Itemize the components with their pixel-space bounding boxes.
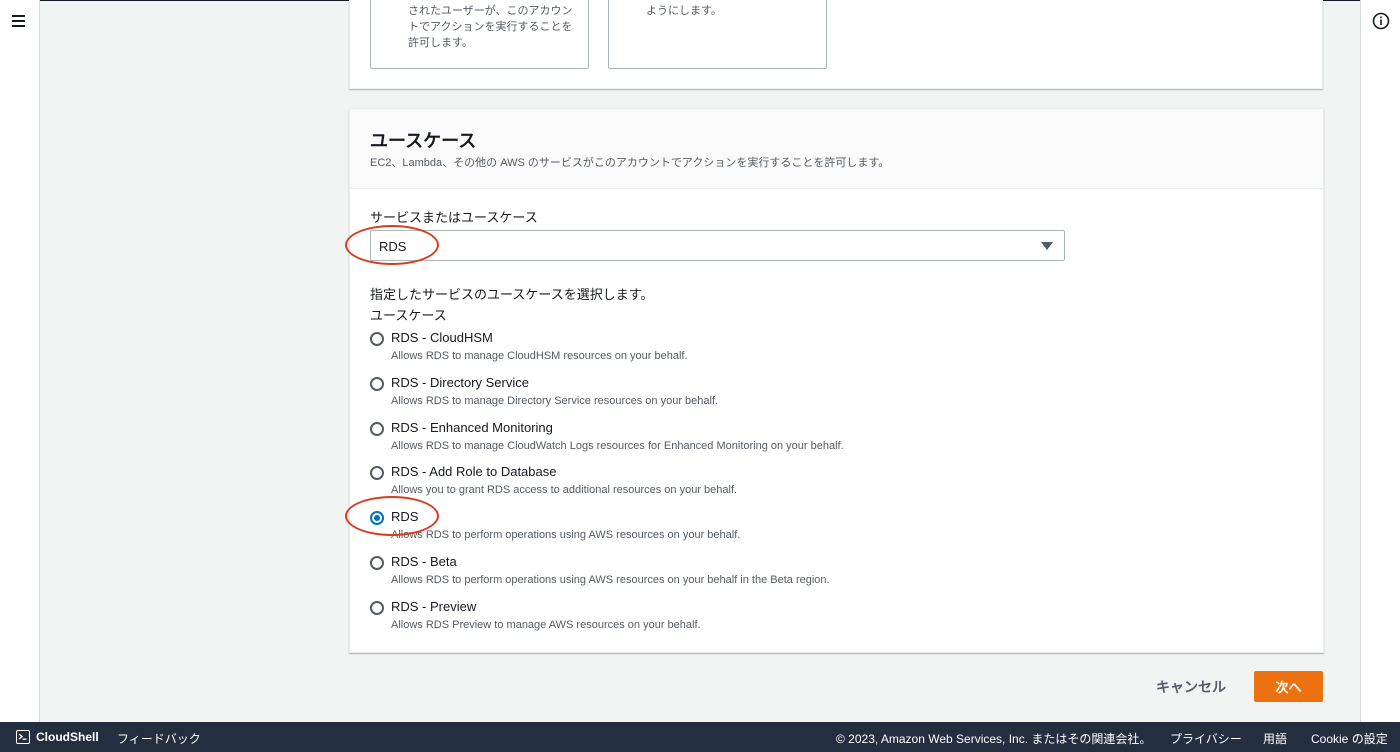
cookie-settings-link[interactable]: Cookie の設定	[1311, 730, 1388, 747]
option-description: Allows RDS to manage CloudWatch Logs res…	[391, 440, 844, 452]
trusted-entity-card: 2.0 を使用してフェデレーションされたユーザーが、このアカウントでアクションを…	[349, 0, 1323, 89]
radio-unchecked[interactable]	[370, 466, 384, 480]
copyright-text: © 2023, Amazon Web Services, Inc. またはその関…	[836, 732, 1152, 746]
card-title: ユースケース	[370, 131, 477, 151]
right-tools-rail	[1360, 0, 1400, 722]
service-select[interactable]: RDS	[370, 230, 1065, 261]
info-icon[interactable]	[1372, 12, 1390, 30]
option-title: RDS - Directory Service	[391, 375, 529, 390]
service-field-label: サービスまたはユースケース	[370, 210, 538, 225]
entity-tile-custom[interactable]: ようにします。	[608, 0, 827, 69]
radio-checked[interactable]	[370, 511, 384, 525]
option-description: Allows RDS to perform operations using A…	[391, 529, 741, 541]
usecase-card: ユースケース EC2、Lambda、その他の AWS のサービスがこのアカウント…	[349, 108, 1324, 653]
usecase-hint: 指定したサービスのユースケースを選択します。	[370, 287, 654, 302]
usecase-group-label: ユースケース	[370, 308, 447, 323]
cloudshell-link[interactable]: CloudShell	[36, 730, 99, 744]
entity-tile-text: 2.0 を使用してフェデレーションされたユーザーが、このアカウントでアクションを…	[408, 0, 573, 49]
service-select-value: RDS	[379, 239, 407, 254]
usecase-option[interactable]: RDS - CloudHSM Allows RDS to manage Cloud…	[370, 330, 1070, 370]
option-description: Allows RDS to perform operations using A…	[391, 574, 830, 586]
entity-tile-saml[interactable]: 2.0 を使用してフェデレーションされたユーザーが、このアカウントでアクションを…	[370, 0, 589, 69]
terms-link[interactable]: 用語	[1263, 730, 1287, 747]
option-title: RDS - Beta	[391, 554, 457, 569]
option-title: RDS - CloudHSM	[391, 330, 493, 345]
option-title: RDS - Enhanced Monitoring	[391, 420, 553, 435]
option-title: RDS	[391, 509, 419, 524]
usecase-option[interactable]: RDS - Add Role to Database Allows you to …	[370, 464, 1070, 504]
radio-unchecked[interactable]	[370, 422, 384, 436]
cancel-button[interactable]: キャンセル	[1146, 671, 1236, 702]
card-header: ユースケース EC2、Lambda、その他の AWS のサービスがこのアカウント…	[350, 109, 1323, 189]
footer: CloudShell フィードバック © 2023, Amazon Web Se…	[0, 722, 1400, 752]
privacy-link[interactable]: プライバシー	[1170, 730, 1242, 747]
usecase-option[interactable]: RDS - Enhanced Monitoring Allows RDS to m…	[370, 420, 1070, 460]
usecase-option[interactable]: RDS - Preview Allows RDS Preview to manag…	[370, 599, 1070, 639]
option-description: Allows RDS to manage CloudHSM resources …	[391, 350, 688, 362]
hamburger-icon[interactable]	[11, 12, 27, 30]
next-button[interactable]: 次へ	[1254, 671, 1323, 702]
terminal-icon[interactable]	[16, 730, 30, 744]
usecase-option[interactable]: RDS - Directory Service Allows RDS to man…	[370, 375, 1070, 415]
usecase-option[interactable]: RDS - Beta Allows RDS to perform operatio…	[370, 554, 1070, 594]
left-navigation-rail	[0, 0, 40, 722]
radio-unchecked[interactable]	[370, 556, 384, 570]
card-description: EC2、Lambda、その他の AWS のサービスがこのアカウントでアクションを…	[370, 157, 890, 169]
option-description: Allows RDS to manage Directory Service r…	[391, 395, 719, 407]
caret-down-icon	[1041, 242, 1053, 250]
feedback-link[interactable]: フィードバック	[117, 730, 201, 747]
option-description: Allows RDS Preview to manage AWS resourc…	[391, 619, 701, 631]
option-description: Allows you to grant RDS access to additi…	[391, 484, 738, 496]
radio-unchecked[interactable]	[370, 601, 384, 615]
option-title: RDS - Add Role to Database	[391, 464, 557, 479]
radio-unchecked[interactable]	[370, 332, 384, 346]
entity-tile-text: ようにします。	[646, 5, 722, 17]
option-title: RDS - Preview	[391, 599, 477, 614]
radio-unchecked[interactable]	[370, 377, 384, 391]
usecase-option[interactable]: RDS Allows RDS to perform operations usin…	[370, 509, 1070, 549]
